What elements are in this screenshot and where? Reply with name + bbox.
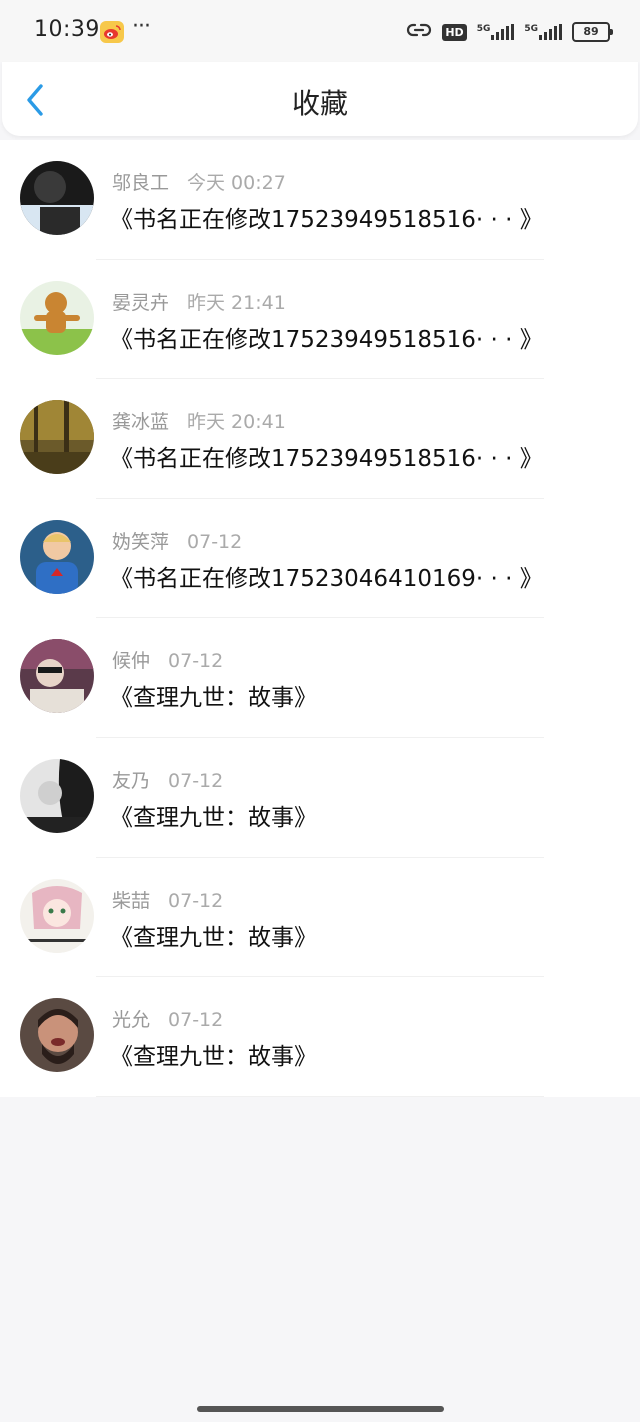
- network-label-1: 5G: [476, 24, 491, 34]
- list-item[interactable]: 邬良工 今天 00:27 《书名正在修改17523949518516· · · 》: [0, 140, 640, 260]
- book-title: 《书名正在修改17523046410169· · · 》: [110, 565, 543, 592]
- item-date: 07-12: [168, 1009, 224, 1032]
- user-name: 光允: [112, 1009, 151, 1032]
- nav-header: 收藏: [2, 62, 638, 136]
- status-indicators: HD 5G 5G 89: [406, 18, 613, 46]
- book-title: 《书名正在修改17523949518516· · · 》: [110, 446, 543, 473]
- item-date: 今天 00:27: [187, 172, 286, 194]
- item-meta: 邬良工 今天 00:27: [112, 168, 286, 195]
- item-date: 昨天 20:41: [187, 411, 286, 434]
- status-time: 10:39: [34, 17, 100, 42]
- avatar: [20, 400, 94, 475]
- book-title: 《书名正在修改17523949518516· · · 》: [110, 207, 543, 233]
- list-item[interactable]: 光允 07-12 《查理九世：故事》: [0, 977, 640, 1097]
- item-date: 07-12: [187, 530, 243, 553]
- book-title: 《查理九世：故事》: [110, 1044, 317, 1071]
- avatar: [20, 519, 94, 594]
- item-date: 07-12: [168, 889, 224, 912]
- link-icon: [406, 21, 432, 43]
- avatar: [20, 161, 94, 235]
- user-name: 友乃: [112, 769, 151, 792]
- hd-badge: HD: [442, 23, 467, 41]
- item-meta: 柴喆 07-12: [112, 886, 223, 913]
- list-item[interactable]: 候仲 07-12 《查理九世：故事》: [0, 618, 640, 738]
- book-title: 《查理九世：故事》: [110, 685, 317, 712]
- user-name: 候仲: [112, 650, 151, 673]
- list-item[interactable]: 妫笑萍 07-12 《书名正在修改17523046410169· · · 》: [0, 499, 640, 619]
- item-date: 07-12: [168, 769, 224, 792]
- avatar: [20, 878, 94, 953]
- more-notifications-icon: ···: [132, 14, 151, 39]
- list-item[interactable]: 龚冰蓝 昨天 20:41 《书名正在修改17523949518516· · · 》: [0, 379, 640, 499]
- user-name: 妫笑萍: [112, 530, 170, 553]
- list-item[interactable]: 晏灵卉 昨天 21:41 《书名正在修改17523949518516· · · 》: [0, 260, 640, 380]
- item-meta: 妫笑萍 07-12: [112, 527, 242, 554]
- user-name: 邬良工: [112, 172, 170, 194]
- list-item[interactable]: 柴喆 07-12 《查理九世：故事》: [0, 858, 640, 978]
- status-bar: 10:39 ··· HD 5G 5G 89: [0, 0, 640, 62]
- avatar: [20, 998, 94, 1073]
- avatar: [20, 758, 94, 833]
- avatar: [20, 639, 94, 714]
- signal-2-icon: 5G: [524, 24, 562, 40]
- book-title: 《查理九世：故事》: [110, 924, 317, 951]
- list-item[interactable]: 友乃 07-12 《查理九世：故事》: [0, 738, 640, 858]
- weibo-icon: [100, 21, 124, 43]
- user-name: 龚冰蓝: [112, 411, 170, 434]
- item-meta: 候仲 07-12: [112, 646, 223, 673]
- avatar: [20, 280, 94, 355]
- network-label-2: 5G: [524, 24, 538, 34]
- user-name: 柴喆: [112, 889, 151, 912]
- item-meta: 光允 07-12: [112, 1005, 223, 1032]
- home-indicator[interactable]: [197, 1406, 444, 1412]
- item-date: 昨天 21:41: [187, 291, 286, 314]
- book-title: 《查理九世：故事》: [110, 804, 317, 831]
- item-meta: 友乃 07-12: [112, 766, 223, 793]
- item-date: 07-12: [168, 650, 224, 673]
- book-title: 《书名正在修改17523949518516· · · 》: [110, 326, 543, 353]
- signal-1-icon: 5G: [477, 24, 515, 40]
- page-title: 收藏: [291, 87, 348, 120]
- favorites-list: 邬良工 今天 00:27 《书名正在修改17523949518516· · · 》…: [0, 140, 640, 1097]
- item-meta: 龚冰蓝 昨天 20:41: [112, 407, 286, 434]
- item-meta: 晏灵卉 昨天 21:41: [112, 288, 286, 315]
- battery-icon: 89: [572, 22, 613, 42]
- user-name: 晏灵卉: [112, 291, 170, 314]
